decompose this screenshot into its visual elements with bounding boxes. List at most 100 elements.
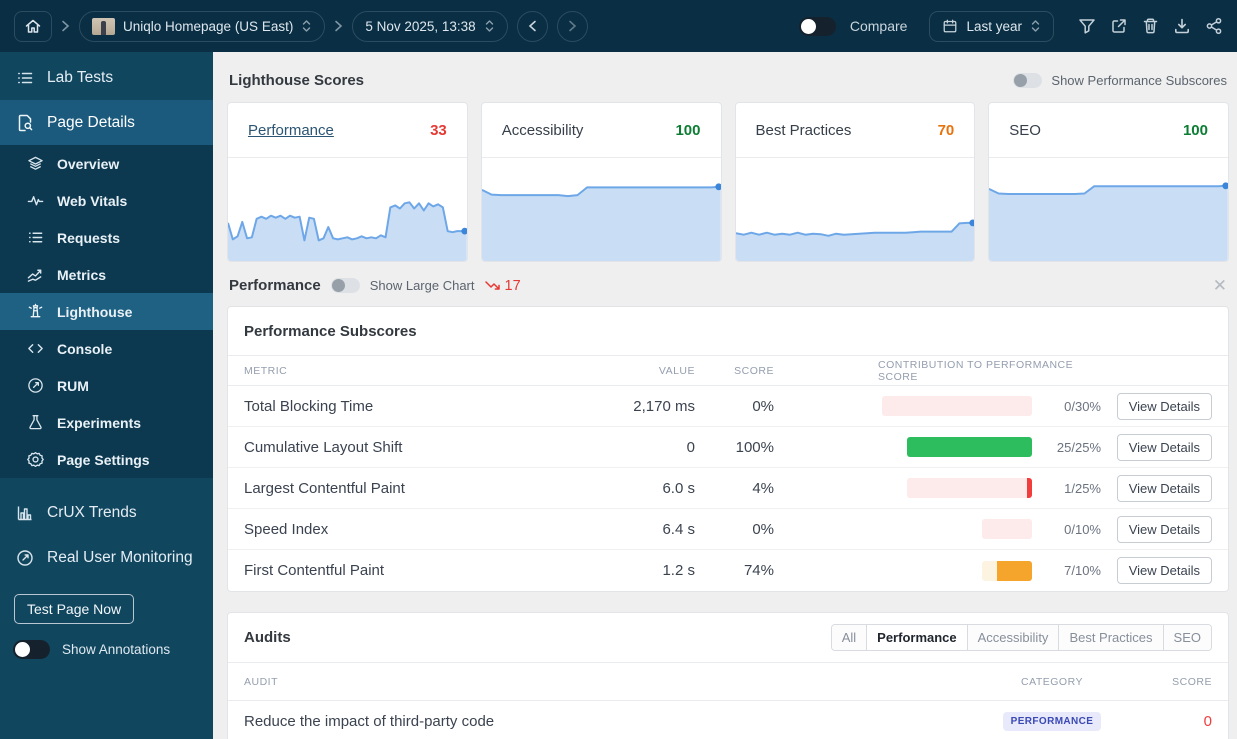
sidebar-item-rum[interactable]: RUM	[0, 367, 213, 404]
gear-icon	[27, 451, 44, 468]
trend-indicator: 17	[484, 278, 521, 294]
show-annotations-row: Show Annotations	[13, 640, 213, 659]
lighthouse-score-cards: Performance 33 Accessibility 100 Best Pr…	[227, 102, 1229, 262]
audit-name: Reduce the impact of third-party code	[244, 713, 495, 730]
date-range-label: Last year	[966, 18, 1022, 34]
trending-down-icon	[484, 280, 500, 290]
view-details-button[interactable]: View Details	[1116, 474, 1212, 502]
page-selector[interactable]: Uniqlo Homepage (US East)	[79, 10, 326, 42]
bar-chart-icon	[16, 504, 34, 522]
open-external-button[interactable]	[1110, 17, 1128, 35]
score-sparkline-chart	[481, 183, 721, 261]
delete-button[interactable]	[1142, 17, 1159, 35]
score-card: Accessibility 100	[480, 102, 722, 262]
metric-value: 0	[686, 438, 695, 456]
sidebar-item-label: Page Details	[47, 113, 135, 131]
subscores-title: Performance Subscores	[228, 307, 1228, 356]
score-card: Performance 33	[227, 102, 468, 262]
show-large-chart-toggle[interactable]	[330, 278, 360, 293]
download-button[interactable]	[1173, 17, 1191, 35]
show-large-chart-label: Show Large Chart	[369, 278, 475, 293]
sidebar-item-lighthouse[interactable]: Lighthouse	[0, 293, 213, 330]
metric-value: 6.4 s	[662, 520, 695, 538]
compare-toggle[interactable]	[798, 16, 836, 36]
show-performance-subscores-toggle[interactable]	[1013, 73, 1043, 88]
sidebar-item-web-vitals[interactable]: Web Vitals	[0, 182, 213, 219]
sidebar-item-metrics[interactable]: Metrics	[0, 256, 213, 293]
audits-tab-performance[interactable]: Performance	[866, 625, 967, 650]
metric-score: 4%	[752, 479, 774, 497]
audits-tab-seo[interactable]: SEO	[1162, 625, 1211, 650]
show-annotations-toggle[interactable]	[13, 640, 50, 659]
view-details-button[interactable]: View Details	[1116, 392, 1212, 420]
view-details-button[interactable]: View Details	[1116, 433, 1212, 461]
sidebar-item-overview[interactable]: Overview	[0, 145, 213, 182]
view-details-button[interactable]: View Details	[1116, 557, 1212, 584]
metric-name: First Contentful Paint	[244, 562, 385, 579]
page-thumbnail	[92, 17, 115, 35]
sidebar-item-requests[interactable]: Requests	[0, 219, 213, 256]
sort-chevrons-icon	[301, 19, 312, 33]
sidebar-item-lab-tests[interactable]: Lab Tests	[0, 55, 213, 100]
breadcrumb-chevron-icon	[61, 20, 70, 32]
test-date-selector[interactable]: 5 Nov 2025, 13:38	[352, 10, 508, 42]
share-button[interactable]	[1205, 17, 1223, 35]
compare-label: Compare	[849, 18, 908, 34]
test-page-now-button[interactable]: Test Page Now	[14, 594, 135, 624]
sidebar-item-real-user-monitoring[interactable]: Real User Monitoring	[0, 535, 213, 580]
subscore-row: Cumulative Layout Shift 0 100% 25/25% Vi…	[228, 427, 1228, 468]
audits-tab-all[interactable]: All	[831, 625, 867, 650]
sidebar-item-experiments[interactable]: Experiments	[0, 404, 213, 441]
metric-value: 1.2 s	[662, 562, 695, 579]
home-icon	[24, 17, 42, 35]
date-range-selector[interactable]: Last year	[929, 10, 1054, 42]
sort-chevrons-icon	[1030, 19, 1041, 33]
audits-title: Audits	[244, 629, 291, 646]
sidebar-item-page-details[interactable]: Page Details	[0, 100, 213, 145]
col-metric: METRIC	[244, 364, 288, 377]
audits-tab-accessibility[interactable]: Accessibility	[966, 625, 1059, 650]
col-audit: AUDIT	[244, 675, 278, 688]
filter-button[interactable]	[1078, 17, 1096, 35]
sidebar-item-label: Metrics	[57, 266, 107, 283]
audits-table-header: AUDIT CATEGORY SCORE	[228, 663, 1228, 701]
sidebar-item-label: CrUX Trends	[47, 503, 137, 521]
metric-name: Largest Contentful Paint	[244, 479, 405, 497]
sidebar-item-label: Requests	[57, 229, 121, 246]
previous-test-button[interactable]	[516, 10, 548, 42]
metric-value: 2,170 ms	[633, 397, 695, 415]
score-sparkline-chart	[989, 182, 1228, 261]
contribution-bar	[982, 519, 1032, 539]
sidebar-item-label: RUM	[57, 377, 89, 394]
metric-score: 0%	[752, 397, 774, 415]
sidebar-item-label: Web Vitals	[57, 192, 128, 209]
col-score: SCORE	[734, 364, 774, 377]
sidebar-item-label: Page Settings	[57, 451, 150, 468]
sidebar-item-console[interactable]: Console	[0, 330, 213, 367]
score-card-title[interactable]: Performance	[248, 122, 334, 139]
page-search-icon	[16, 114, 34, 132]
performance-section-title: Performance	[229, 277, 321, 294]
score-card-value: 70	[937, 121, 955, 139]
sort-chevrons-icon	[484, 19, 495, 33]
audit-category-badge: PERFORMANCE	[1002, 712, 1102, 731]
external-link-icon	[1112, 19, 1126, 33]
score-card: Best Practices 70	[734, 102, 976, 262]
audits-tab-best-practices[interactable]: Best Practices	[1058, 625, 1163, 650]
view-details-button[interactable]: View Details	[1116, 515, 1212, 543]
filter-icon	[1079, 19, 1095, 34]
breadcrumb-chevron-icon	[334, 20, 343, 32]
metric-name: Total Blocking Time	[244, 397, 374, 415]
audits-tab-group: All Performance Accessibility Best Practice…	[830, 624, 1212, 651]
score-card-value: 33	[430, 121, 447, 139]
performance-section-header: Performance Show Large Chart 17 ✕	[229, 277, 1227, 294]
home-button[interactable]	[14, 10, 52, 42]
sidebar-item-crux-trends[interactable]: CrUX Trends	[0, 490, 213, 535]
close-icon[interactable]: ✕	[1213, 277, 1227, 294]
sidebar-item-page-settings[interactable]: Page Settings	[0, 441, 213, 478]
next-test-button[interactable]	[556, 10, 588, 42]
sidebar-item-label: Overview	[57, 155, 120, 172]
sidebar-item-label: Real User Monitoring	[47, 548, 193, 566]
trash-icon	[1143, 18, 1158, 34]
show-performance-subscores-label: Show Performance Subscores	[1051, 73, 1227, 88]
